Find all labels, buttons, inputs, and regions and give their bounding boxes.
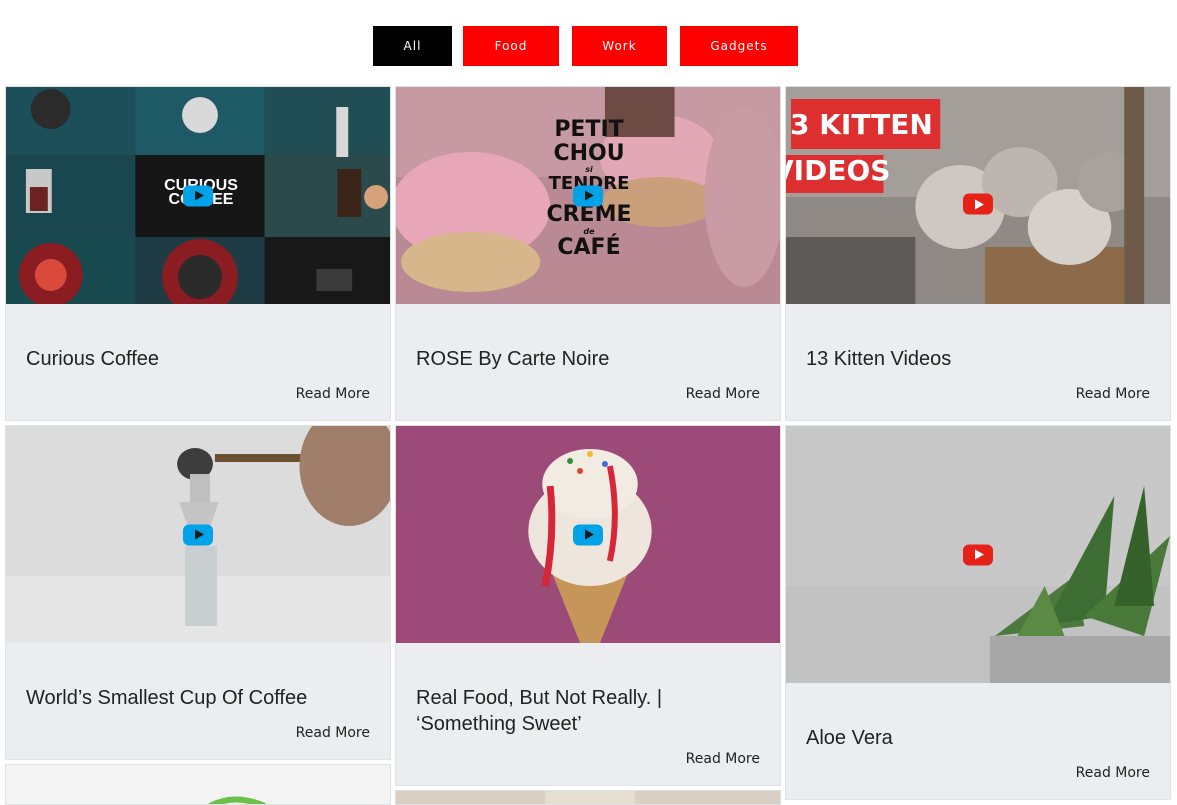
video-card: CURIOUS COFFEE Curious Coffee Read More bbox=[5, 86, 391, 421]
card-body: Aloe Vera Read More bbox=[786, 683, 1170, 799]
video-card: World’s Smallest Cup Of Coffee Read More bbox=[5, 425, 391, 760]
read-more-link[interactable]: Read More bbox=[1076, 386, 1150, 402]
video-thumbnail[interactable] bbox=[786, 426, 1170, 683]
card-title: Curious Coffee bbox=[26, 348, 160, 370]
card-title: ROSE By Carte Noire bbox=[416, 348, 610, 370]
video-thumbnail[interactable] bbox=[6, 426, 390, 643]
video-card: 3 KITTEN VIDEOS 13 Kitten Videos Read Mo… bbox=[785, 86, 1171, 421]
read-more-link[interactable]: Read More bbox=[686, 751, 760, 767]
read-more-link[interactable]: Read More bbox=[1076, 765, 1150, 781]
filter-food-button[interactable]: Food bbox=[463, 26, 559, 66]
card-title: World’s Smallest Cup Of Coffee bbox=[26, 687, 308, 709]
kitten-title-overlay: 3 KITTEN VIDEOS bbox=[786, 105, 933, 189]
play-icon[interactable] bbox=[183, 524, 213, 545]
read-more-link[interactable]: Read More bbox=[686, 386, 760, 402]
video-thumbnail[interactable] bbox=[396, 791, 780, 804]
rose-text-line: CAFÉ bbox=[557, 235, 621, 260]
play-icon[interactable] bbox=[963, 544, 993, 565]
card-title: 13 Kitten Videos bbox=[806, 348, 952, 370]
filter-work-button[interactable]: Work bbox=[572, 26, 667, 66]
video-thumbnail[interactable]: 3 KITTEN VIDEOS bbox=[786, 87, 1170, 304]
play-icon[interactable] bbox=[183, 185, 213, 206]
play-triangle-icon bbox=[194, 529, 204, 540]
filter-gadgets-button[interactable]: Gadgets bbox=[680, 26, 798, 66]
video-card: Real Food, But Not Really. | ‘Something … bbox=[395, 425, 781, 786]
card-body: World’s Smallest Cup Of Coffee Read More bbox=[6, 643, 390, 759]
card-title: Aloe Vera bbox=[806, 727, 893, 749]
card-body: ROSE By Carte Noire Read More bbox=[396, 304, 780, 420]
kitten-text-line: VIDEOS bbox=[786, 154, 891, 187]
play-icon[interactable] bbox=[573, 185, 603, 206]
card-title: Real Food, But Not Really. | ‘Something … bbox=[416, 687, 663, 735]
next-video-image bbox=[396, 791, 780, 804]
video-thumbnail[interactable] bbox=[6, 765, 390, 804]
rose-text-line: CHOU bbox=[553, 141, 625, 166]
card-body: Real Food, But Not Really. | ‘Something … bbox=[396, 643, 780, 785]
filter-bar: All Food Work Gadgets bbox=[0, 26, 1177, 66]
video-card bbox=[5, 764, 391, 805]
play-triangle-icon bbox=[974, 549, 984, 560]
read-more-link[interactable]: Read More bbox=[296, 725, 370, 741]
play-triangle-icon bbox=[194, 190, 204, 201]
card-body: 13 Kitten Videos Read More bbox=[786, 304, 1170, 420]
card-body: Curious Coffee Read More bbox=[6, 304, 390, 420]
rose-text-line: CRÈME bbox=[546, 202, 632, 227]
rose-text-line: PETIT bbox=[554, 117, 624, 142]
video-card: Aloe Vera Read More bbox=[785, 425, 1171, 800]
read-more-link[interactable]: Read More bbox=[296, 386, 370, 402]
filter-all-button[interactable]: All bbox=[373, 26, 452, 66]
next-video-image bbox=[6, 765, 390, 804]
video-thumbnail[interactable]: PETIT CHOU si TENDRE et sa CRÈME de CAFÉ bbox=[396, 87, 780, 304]
play-triangle-icon bbox=[584, 529, 594, 540]
video-thumbnail[interactable] bbox=[396, 426, 780, 643]
video-card: PETIT CHOU si TENDRE et sa CRÈME de CAFÉ… bbox=[395, 86, 781, 421]
play-triangle-icon bbox=[584, 190, 594, 201]
kitten-text-line: 3 KITTEN bbox=[790, 108, 933, 141]
play-icon[interactable] bbox=[963, 193, 993, 215]
play-icon[interactable] bbox=[573, 524, 603, 545]
play-triangle-icon bbox=[974, 199, 984, 210]
video-card bbox=[395, 790, 781, 805]
video-thumbnail[interactable]: CURIOUS COFFEE bbox=[6, 87, 390, 304]
